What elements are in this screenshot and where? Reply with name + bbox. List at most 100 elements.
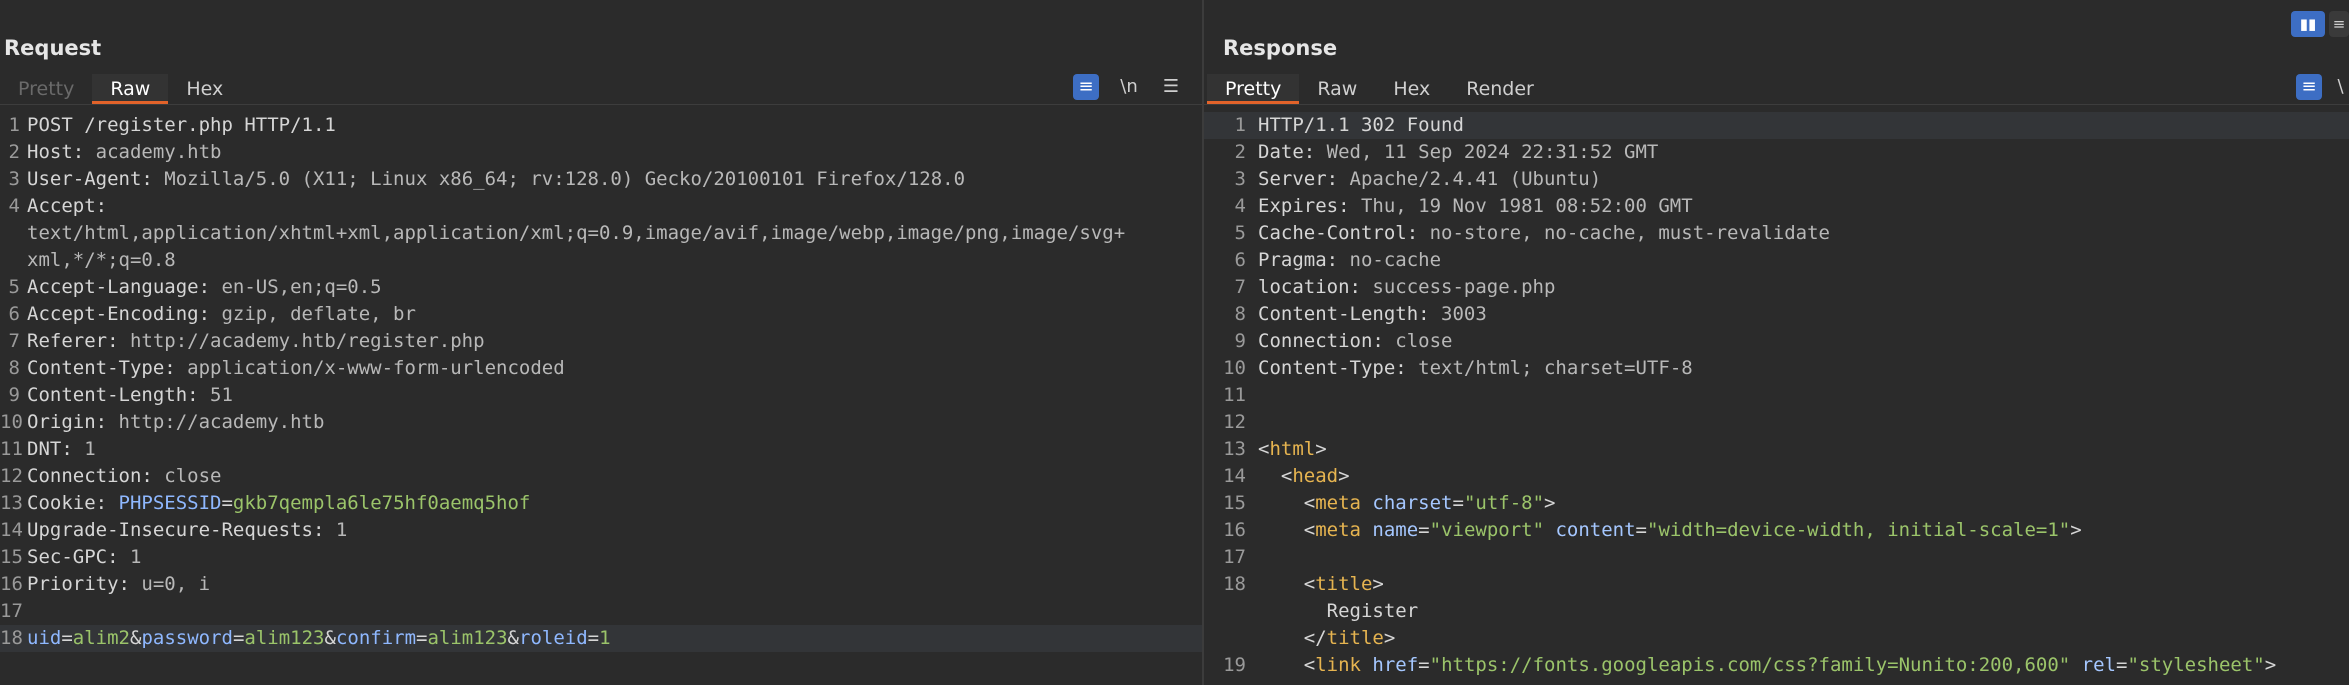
response-tab-pretty[interactable]: Pretty — [1207, 74, 1300, 104]
token: alim123 — [244, 627, 325, 649]
token: > — [2070, 519, 2082, 541]
request-line[interactable]: 1 POST /register.php HTTP/1.1 — [0, 112, 1202, 139]
response-line[interactable]: 7 location: success-page.php — [1204, 274, 2349, 301]
request-editor[interactable]: 1 POST /register.php HTTP/1.1 2 Host: acade… — [0, 112, 1202, 685]
request-line[interactable]: 17 — [0, 598, 1202, 625]
request-line[interactable]: 3 User-Agent: Mozilla/5.0 (X11; Linux x86… — [0, 166, 1202, 193]
token: = — [2115, 654, 2128, 676]
response-editor[interactable]: 1 HTTP/1.1 302 Found 2 Date: Wed, 11 Sep 20… — [1204, 112, 2349, 685]
line-number: 18 — [1223, 573, 1246, 595]
line-number: 11 — [0, 438, 23, 460]
line-content: Connection: close — [1258, 328, 1452, 355]
response-word-wrap-icon[interactable]: ≡ — [2296, 74, 2322, 100]
line-content: Referer: http://academy.htb/register.php — [27, 328, 485, 355]
layout-toggle: ▮▮ ≡ — [2291, 11, 2349, 37]
response-tab-raw[interactable]: Raw — [1299, 74, 1375, 104]
token: text/html,application/xhtml+xml,applicat… — [27, 222, 1126, 244]
response-line[interactable]: 3 Server: Apache/2.4.41 (Ubuntu) — [1204, 166, 2349, 193]
response-line[interactable]: 4 Expires: Thu, 19 Nov 1981 08:52:00 GMT — [1204, 193, 2349, 220]
line-content: Accept-Language: en-US,en;q=0.5 — [27, 274, 382, 301]
stacked-layout-icon[interactable]: ≡ — [2329, 11, 2349, 37]
line-content: Priority: u=0, i — [27, 571, 210, 598]
request-line[interactable]: 4 Accept: — [0, 193, 1202, 220]
request-line[interactable]: 8 Content-Type: application/x-www-form-ur… — [0, 355, 1202, 382]
request-tab-pretty[interactable]: Pretty — [0, 74, 92, 104]
request-line[interactable]: 12 Connection: close — [0, 463, 1202, 490]
request-line[interactable]: 16 Priority: u=0, i — [0, 571, 1202, 598]
wrap-glyph: ≡ — [2301, 76, 2317, 97]
show-newlines-toggle[interactable]: \n — [1116, 74, 1142, 100]
response-title: Response — [1223, 36, 1338, 60]
line-number: 3 — [8, 168, 20, 190]
response-line[interactable]: 2 Date: Wed, 11 Sep 2024 22:31:52 GMT — [1204, 139, 2349, 166]
token: close — [1395, 330, 1453, 352]
token: en-US,en;q=0.5 — [221, 276, 382, 298]
response-line[interactable]: Register — [1204, 598, 2349, 625]
response-line[interactable]: 1 HTTP/1.1 302 Found — [1204, 112, 2349, 139]
request-line[interactable]: 7 Referer: http://academy.htb/register.ph… — [0, 328, 1202, 355]
line-number: 12 — [0, 465, 23, 487]
response-line[interactable]: 13 <html> — [1204, 436, 2349, 463]
request-line[interactable]: 5 Accept-Language: en-US,en;q=0.5 — [0, 274, 1202, 301]
token: link — [1315, 654, 1373, 676]
line-number: 13 — [0, 492, 23, 514]
token: href — [1372, 654, 1419, 676]
token: "stylesheet" — [2127, 654, 2265, 676]
menu-icon[interactable]: ☰ — [1158, 74, 1184, 100]
token: Register — [1258, 600, 1419, 622]
token: < — [1258, 573, 1316, 595]
token: "utf-8" — [1463, 492, 1545, 514]
line-number: 14 — [0, 519, 23, 541]
request-line[interactable]: 11 DNT: 1 — [0, 436, 1202, 463]
response-line[interactable]: 11 — [1204, 382, 2349, 409]
request-tab-raw[interactable]: Raw — [92, 74, 169, 104]
response-line[interactable]: 9 Connection: close — [1204, 328, 2349, 355]
request-line[interactable]: 14 Upgrade-Insecure-Requests: 1 — [0, 517, 1202, 544]
request-line[interactable]: 10 Origin: http://academy.htb — [0, 409, 1202, 436]
token: title — [1315, 573, 1373, 595]
response-line[interactable]: 6 Pragma: no-cache — [1204, 247, 2349, 274]
line-content: User-Agent: Mozilla/5.0 (X11; Linux x86_… — [27, 166, 965, 193]
word-wrap-toggle-icon[interactable]: ≡ — [1073, 74, 1099, 100]
line-content: Server: Apache/2.4.41 (Ubuntu) — [1258, 166, 1601, 193]
split-layout-icon[interactable]: ▮▮ — [2291, 11, 2325, 37]
response-line[interactable]: 15 <meta charset="utf-8"> — [1204, 490, 2349, 517]
request-line[interactable]: 18 uid=alim2&password=alim123&confirm=ali… — [0, 625, 1202, 652]
response-line[interactable]: 19 <link href="https://fonts.googleapis.… — [1204, 652, 2349, 679]
request-line[interactable]: 13 Cookie: PHPSESSID=gkb7qempla6le75hf0ae… — [0, 490, 1202, 517]
request-tab-hex[interactable]: Hex — [168, 74, 241, 104]
line-content: Pragma: no-cache — [1258, 247, 1441, 274]
response-line[interactable]: 8 Content-Length: 3003 — [1204, 301, 2349, 328]
token: Referer: — [27, 330, 130, 352]
line-number: 14 — [1223, 465, 1246, 487]
response-line[interactable]: 10 Content-Type: text/html; charset=UTF-8 — [1204, 355, 2349, 382]
token: < — [1258, 465, 1293, 487]
line-content: <meta charset="utf-8"> — [1258, 490, 1556, 517]
response-more-toggle[interactable]: \ — [2332, 74, 2349, 100]
request-line[interactable]: 6 Accept-Encoding: gzip, deflate, br — [0, 301, 1202, 328]
response-tab-render[interactable]: Render — [1448, 74, 1552, 104]
token: password — [141, 627, 233, 649]
response-line[interactable]: 18 <title> — [1204, 571, 2349, 598]
token: Upgrade-Insecure-Requests: — [27, 519, 336, 541]
request-line[interactable]: 2 Host: academy.htb — [0, 139, 1202, 166]
line-content: <html> — [1258, 436, 1327, 463]
token: > — [1315, 438, 1327, 460]
line-number: 15 — [0, 546, 23, 568]
token: < — [1258, 519, 1316, 541]
request-line[interactable]: text/html,application/xhtml+xml,applicat… — [0, 220, 1202, 247]
token: title — [1326, 627, 1384, 649]
line-number: 3 — [1234, 168, 1246, 190]
response-line[interactable]: 17 — [1204, 544, 2349, 571]
response-tab-hex[interactable]: Hex — [1375, 74, 1448, 104]
request-line[interactable]: 9 Content-Length: 51 — [0, 382, 1202, 409]
token: "viewport" — [1429, 519, 1556, 541]
response-line[interactable]: 12 — [1204, 409, 2349, 436]
request-line[interactable]: 15 Sec-GPC: 1 — [0, 544, 1202, 571]
token: academy.htb — [95, 141, 222, 163]
response-line[interactable]: </title> — [1204, 625, 2349, 652]
response-line[interactable]: 14 <head> — [1204, 463, 2349, 490]
response-line[interactable]: 5 Cache-Control: no-store, no-cache, must… — [1204, 220, 2349, 247]
request-line[interactable]: xml,*/*;q=0.8 — [0, 247, 1202, 274]
response-line[interactable]: 16 <meta name="viewport" content="width=… — [1204, 517, 2349, 544]
